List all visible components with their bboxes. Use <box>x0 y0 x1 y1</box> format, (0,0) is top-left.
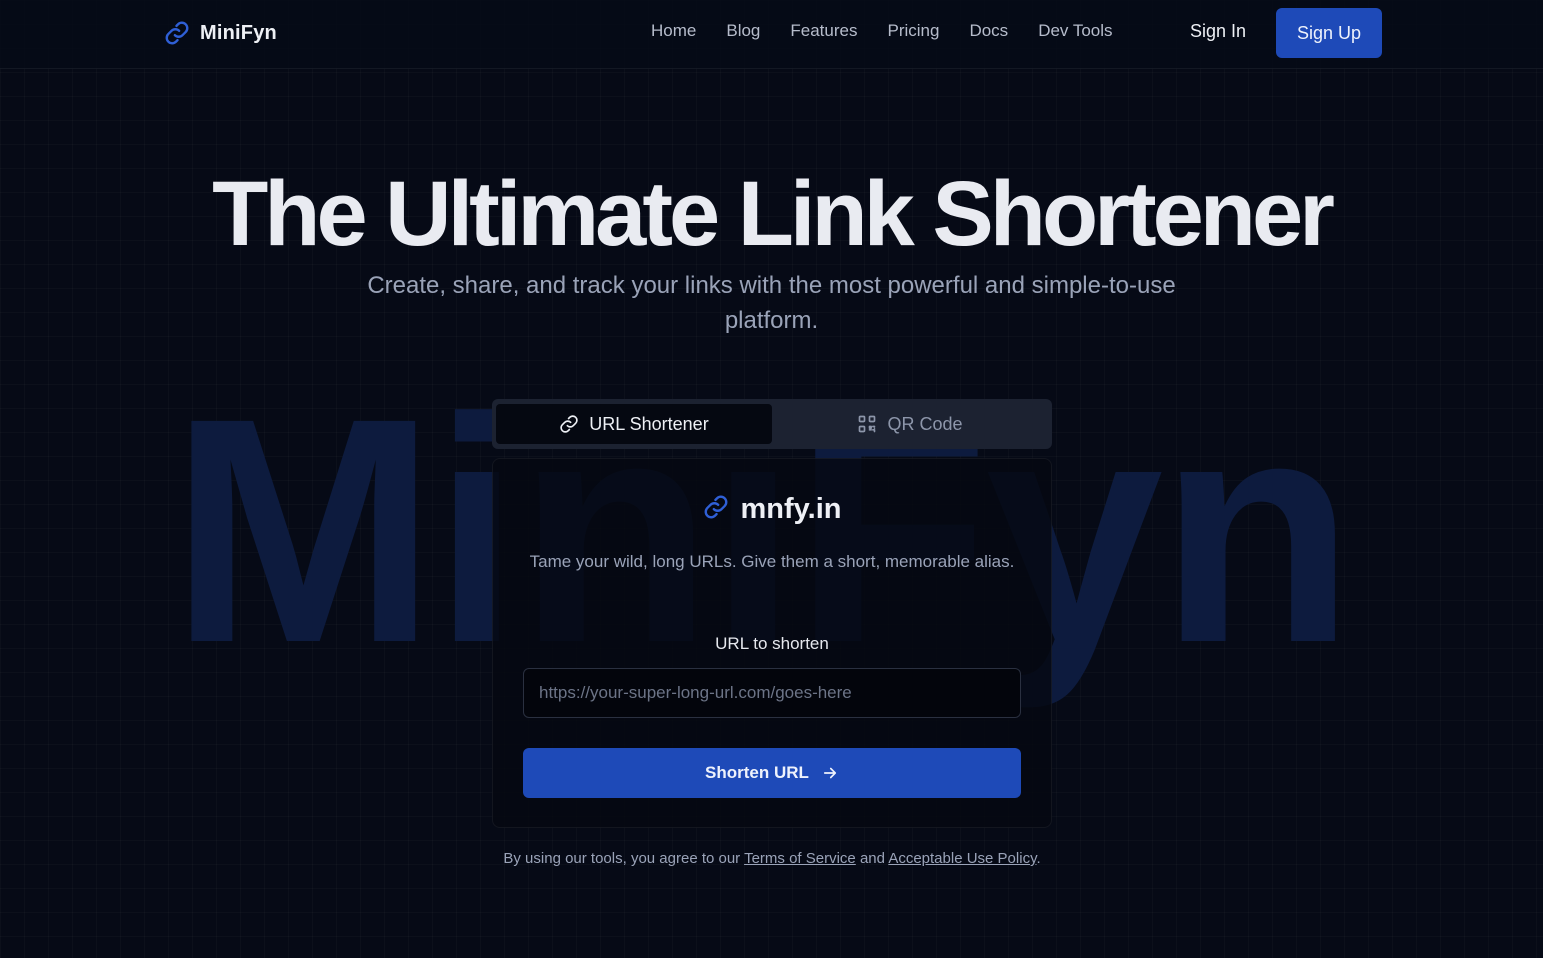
nav-item-features[interactable]: Features <box>790 21 857 41</box>
link-icon <box>559 414 579 434</box>
tab-label: URL Shortener <box>589 413 709 434</box>
tool-tabs: URL Shortener QR Code <box>492 399 1052 449</box>
shortener-card: mnfy.in Tame your wild, long URLs. Give … <box>492 458 1052 828</box>
hero-title: The Ultimate Link Shortener <box>212 163 1335 265</box>
url-field-label: URL to shorten <box>715 634 829 653</box>
nav-item-dev-tools[interactable]: Dev Tools <box>1038 21 1112 41</box>
brand-name: MiniFyn <box>200 21 277 44</box>
card-description: Tame your wild, long URLs. Give them a s… <box>529 552 1015 571</box>
shorten-url-button[interactable]: Shorten URL <box>523 748 1021 798</box>
link-icon <box>164 19 190 47</box>
brand-logo[interactable]: MiniFyn <box>164 19 277 47</box>
legal-prefix: By using our tools, you agree to our <box>503 850 745 867</box>
acceptable-use-policy-link[interactable]: Acceptable Use Policy <box>888 850 1036 867</box>
url-input[interactable] <box>523 668 1021 718</box>
nav-item-blog[interactable]: Blog <box>726 21 760 41</box>
qr-code-icon <box>857 414 877 434</box>
nav-item-pricing[interactable]: Pricing <box>887 21 939 41</box>
terms-of-service-link[interactable]: Terms of Service <box>744 850 856 867</box>
tab-url-shortener[interactable]: URL Shortener <box>496 404 772 444</box>
link-icon <box>703 493 729 526</box>
shorten-button-label: Shorten URL <box>705 763 809 782</box>
legal-conjunction: and <box>855 850 889 867</box>
nav-item-home[interactable]: Home <box>651 21 696 41</box>
arrow-right-icon <box>821 764 839 782</box>
nav-item-docs[interactable]: Docs <box>969 21 1008 41</box>
nav-links: Home Blog Features Pricing Docs Dev Tool… <box>651 21 1113 41</box>
legal-suffix: . <box>1036 850 1041 867</box>
hero-subtitle: Create, share, and track your links with… <box>367 272 1176 334</box>
tab-label: QR Code <box>887 413 963 434</box>
legal-notice: By using our tools, you agree to our Ter… <box>492 849 1052 869</box>
navbar: MiniFyn Home Blog Features Pricing Docs … <box>0 0 1543 69</box>
page: MiniFyn MiniFyn Home Blog Features Prici… <box>0 0 1543 958</box>
sign-in-link[interactable]: Sign In <box>1190 21 1246 42</box>
tab-qr-code[interactable]: QR Code <box>772 404 1048 444</box>
card-brand-name: mnfy.in <box>740 493 842 525</box>
sign-up-button[interactable]: Sign Up <box>1276 8 1382 58</box>
card-brand: mnfy.in <box>493 493 1051 526</box>
